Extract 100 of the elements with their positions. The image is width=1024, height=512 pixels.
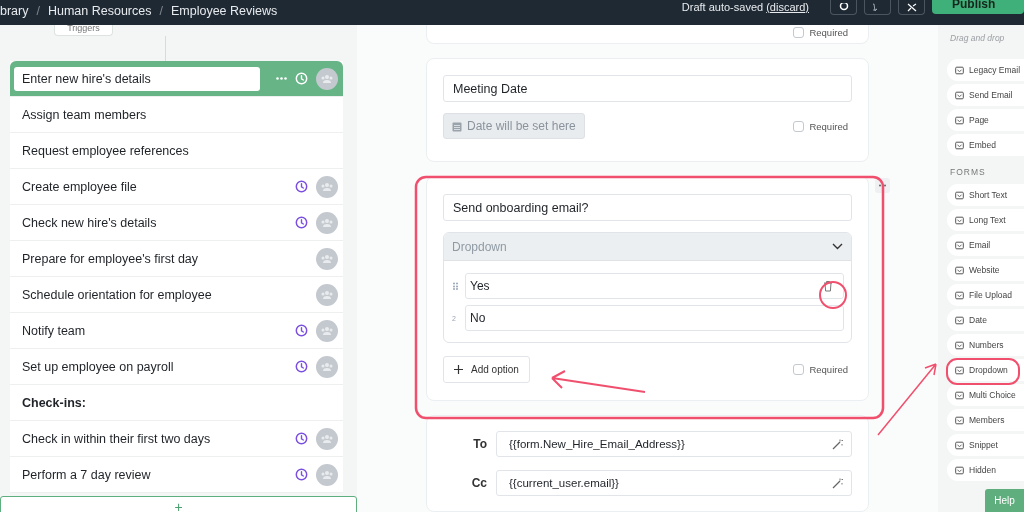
team-avatar-icon[interactable] <box>316 283 338 306</box>
task-item[interactable]: Prepare for employee's first day <box>10 241 343 277</box>
task-item[interactable]: Check in within their first two days <box>10 421 343 457</box>
breadcrumb-separator: / <box>159 4 163 18</box>
palette-item[interactable]: Hidden <box>947 459 1024 481</box>
clock-icon[interactable] <box>295 360 308 373</box>
task-item[interactable]: Enter new hire's details <box>10 61 343 97</box>
trash-icon[interactable] <box>823 280 833 292</box>
field-type-icon <box>955 415 964 425</box>
question-field[interactable]: Meeting Date <box>443 75 852 102</box>
team-avatar-icon[interactable] <box>316 175 338 198</box>
team-avatar-icon[interactable] <box>316 355 338 378</box>
field-type-icon <box>955 265 964 275</box>
clock-icon[interactable] <box>295 180 308 193</box>
palette-item[interactable]: Website <box>947 259 1024 281</box>
magic-wand-icon[interactable] <box>832 477 843 489</box>
discard-link[interactable]: (discard) <box>766 1 809 13</box>
triggers-button[interactable]: Triggers <box>54 25 113 36</box>
recipient-field[interactable]: {{current_user.email}} <box>496 470 852 496</box>
clock-icon[interactable] <box>295 216 308 229</box>
team-avatar-icon[interactable] <box>316 319 338 342</box>
option-field[interactable]: Yes <box>465 273 844 299</box>
team-avatar-icon[interactable] <box>316 67 338 90</box>
palette-item[interactable]: Send Email <box>947 84 1024 106</box>
question-field[interactable]: Send onboarding email? <box>443 194 852 221</box>
palette-item[interactable]: Page <box>947 109 1024 131</box>
chevron-icon <box>832 243 843 250</box>
clock-icon[interactable] <box>295 468 308 481</box>
task-item[interactable]: Assign team members <box>10 97 343 133</box>
comment-button[interactable] <box>864 0 891 15</box>
section-heading: FORMS <box>949 166 987 179</box>
task-item[interactable]: Schedule orientation for employee <box>10 277 343 313</box>
field-type-icon <box>955 440 964 450</box>
clock-icon[interactable] <box>295 324 308 337</box>
palette-item[interactable]: Long Text <box>947 209 1024 231</box>
team-avatar-icon[interactable] <box>316 463 338 486</box>
settings-button[interactable] <box>830 0 857 15</box>
task-title: Check-ins: <box>22 395 87 410</box>
palette-item[interactable]: File Upload <box>947 284 1024 306</box>
field-type-icon <box>955 215 964 225</box>
task-title: Notify team <box>22 323 87 338</box>
task-item[interactable]: Create employee file <box>10 169 343 205</box>
task-item[interactable]: Request employee references <box>10 133 343 169</box>
field-type-icon <box>955 240 964 250</box>
task-title: Request employee references <box>22 143 190 158</box>
field-label: To <box>472 437 487 451</box>
required-label: Required <box>809 120 848 132</box>
palette-item[interactable]: Legacy Email <box>947 59 1024 81</box>
breadcrumb-link[interactable]: Human Resources <box>47 4 152 18</box>
palette-hint: Drag and drop <box>949 32 1006 45</box>
shuffle-button[interactable] <box>898 0 925 15</box>
option-field[interactable]: No <box>465 305 844 331</box>
task-title: Set up employee on payroll <box>22 359 175 374</box>
calendar-icon <box>452 120 462 132</box>
field-type-icon <box>955 465 964 475</box>
required-label: Required <box>809 364 848 375</box>
task-title: Create employee file <box>22 179 138 194</box>
palette-item[interactable]: Snippet <box>947 434 1024 456</box>
palette-item[interactable]: Embed <box>947 134 1024 156</box>
field-type-icon <box>955 290 964 300</box>
task-item[interactable]: Set up employee on payroll <box>10 349 343 385</box>
plus-icon <box>454 365 463 374</box>
drag-handle-icon[interactable] <box>452 282 460 290</box>
more-icon[interactable] <box>276 77 287 80</box>
add-option-button[interactable]: Add option <box>443 356 530 383</box>
task-title-field[interactable]: Enter new hire's details <box>14 66 260 91</box>
field-type-icon <box>955 315 964 325</box>
palette-item[interactable]: Short Text <box>947 184 1024 206</box>
palette-item[interactable]: Email <box>947 234 1024 256</box>
field-type-icon <box>955 365 964 375</box>
required-checkbox[interactable] <box>793 27 805 38</box>
task-title: Assign team members <box>22 107 148 122</box>
task-title: Schedule orientation for employee <box>22 287 213 302</box>
recipient-field[interactable]: {{form.New_Hire_Email_Address}} <box>496 431 852 457</box>
clock-icon[interactable] <box>295 432 308 445</box>
required-checkbox[interactable] <box>793 364 805 375</box>
highlight-circle <box>819 281 847 309</box>
breadcrumb-link[interactable]: Employee Reviews <box>170 4 278 18</box>
field-type-icon <box>955 190 964 200</box>
team-avatar-icon[interactable] <box>316 247 338 270</box>
team-avatar-icon[interactable] <box>316 427 338 450</box>
task-title: Check in within their first two days <box>22 431 212 446</box>
task-title: Check new hire's details <box>22 215 158 230</box>
breadcrumb-link[interactable]: brary <box>0 4 29 18</box>
task-item[interactable]: Perform a 7 day review <box>10 457 343 493</box>
team-avatar-icon[interactable] <box>316 211 338 234</box>
palette-item[interactable]: Multi Choice <box>947 384 1024 406</box>
publish-button[interactable]: Publish <box>932 0 1024 14</box>
palette-item[interactable]: Numbers <box>947 334 1024 356</box>
date-placeholder-field: Date will be set here <box>443 113 585 139</box>
magic-wand-icon[interactable] <box>832 438 843 450</box>
task-heading[interactable]: Check-ins: <box>10 385 343 421</box>
palette-item[interactable]: Members <box>947 409 1024 431</box>
breadcrumb-separator: / <box>36 4 40 18</box>
task-item[interactable]: Notify team <box>10 313 343 349</box>
field-label: Cc <box>470 476 487 490</box>
task-item[interactable]: Check new hire's details <box>10 205 343 241</box>
palette-item[interactable]: Date <box>947 309 1024 331</box>
field-type-icon <box>955 90 964 100</box>
required-checkbox[interactable] <box>793 120 805 132</box>
